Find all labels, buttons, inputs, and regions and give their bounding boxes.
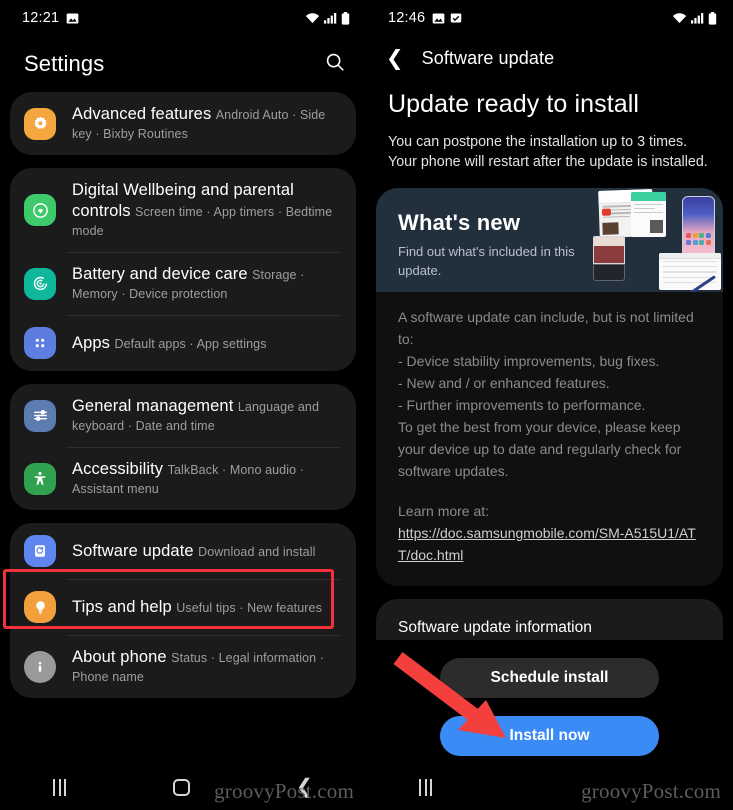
row-text: Apps Default apps · App settings (72, 333, 267, 354)
status-bar: 12:21 (0, 0, 366, 36)
wifi-icon (305, 13, 320, 24)
row-text: Battery and device care Storage · Memory… (72, 264, 340, 303)
whats-new-subtitle: Find out what's included in this update. (398, 244, 575, 278)
status-bar: 12:46 (366, 0, 733, 36)
page-title: Settings (24, 51, 105, 76)
info-card-title: Software update information (398, 619, 592, 636)
page-title: Software update (421, 47, 555, 68)
row-title: Software update (72, 541, 194, 560)
whats-new-banner[interactable]: What's new Find out what's included in t… (376, 188, 723, 292)
row-text: About phone Status · Legal information ·… (72, 647, 340, 686)
sidebar-item-general-management[interactable]: General management Language and keyboard… (10, 384, 356, 447)
battery-icon (708, 11, 717, 25)
row-title: General management (72, 397, 234, 415)
update-intro: Update ready to install You can postpone… (366, 90, 733, 172)
gear-icon (24, 107, 56, 140)
status-bar-time: 12:46 (388, 10, 426, 26)
settings-group-4: Software update Download and install Tip… (10, 523, 356, 698)
row-text: Advanced features Android Auto · Side ke… (72, 104, 340, 143)
sliders-icon (24, 399, 56, 432)
update-details-card: A software update can include, but is no… (376, 292, 723, 586)
phone-wallpaper-graphic (682, 196, 715, 259)
tablet-graphic (659, 253, 721, 290)
row-title: Accessibility (72, 460, 164, 478)
software-update-icon (24, 535, 56, 567)
chevron-left-icon[interactable]: ❮ (386, 48, 404, 69)
row-subtitle: Useful tips · New features (176, 600, 322, 615)
row-text: Tips and help Useful tips · New features (72, 597, 322, 618)
row-text: Software update Download and install (72, 541, 315, 562)
note-page-graphic (631, 192, 666, 237)
sidebar-item-accessibility[interactable]: Accessibility TalkBack · Mono audio · As… (10, 447, 356, 510)
row-text: General management Language and keyboard… (72, 396, 340, 435)
update-heading: Update ready to install (388, 90, 640, 118)
row-title: Tips and help (72, 597, 172, 616)
learn-more-label: Learn more at: (398, 503, 490, 519)
lightbulb-icon (24, 591, 56, 623)
details-intro: A software update can include, but is no… (398, 309, 694, 347)
right-phone-screen: 12:46 ❮ Software update Update ready to … (366, 0, 733, 810)
settings-header: Settings (0, 36, 366, 92)
screenshot-stage: 12:21 Settings Advanced features Android… (0, 0, 733, 810)
signal-icon (691, 12, 704, 24)
settings-group-3: General management Language and keyboard… (10, 384, 356, 510)
recents-icon[interactable] (419, 778, 433, 796)
details-bullet-1: - New and / or enhanced features. (398, 375, 610, 391)
search-icon[interactable] (324, 51, 346, 78)
whats-new-artwork (560, 188, 723, 292)
sidebar-item-apps[interactable]: Apps Default apps · App settings (10, 315, 356, 371)
whats-new-title: What's new (398, 210, 521, 235)
device-care-icon (24, 267, 56, 300)
bottom-action-bar: Schedule install Install now ❮ groovyPos… (366, 640, 733, 810)
recents-icon[interactable] (53, 778, 67, 796)
sidebar-item-advanced-features[interactable]: Advanced features Android Auto · Side ke… (10, 92, 356, 155)
apps-grid-icon (24, 327, 56, 359)
sidebar-item-tips-and-help[interactable]: Tips and help Useful tips · New features (10, 579, 356, 635)
wifi-icon (672, 13, 687, 24)
sidebar-item-software-update[interactable]: Software update Download and install (10, 523, 356, 579)
row-subtitle: Default apps · App settings (114, 336, 267, 351)
row-text: Digital Wellbeing and parental controls … (72, 180, 340, 240)
watermark: groovyPost.com (214, 779, 354, 803)
accessibility-person-icon (24, 462, 56, 495)
update-description: You can postpone the installation up to … (388, 134, 708, 170)
image-icon (432, 12, 445, 24)
sidebar-item-about-phone[interactable]: About phone Status · Legal information ·… (10, 635, 356, 698)
wellbeing-icon (24, 194, 56, 226)
status-bar-notification-icons (66, 12, 79, 25)
software-update-header: ❮ Software update (366, 36, 733, 80)
details-bullet-0: - Device stability improvements, bug fix… (398, 353, 660, 369)
status-bar-time: 12:21 (22, 10, 60, 26)
row-title: About phone (72, 648, 167, 666)
status-bar-notification-icons (432, 12, 462, 25)
learn-more-link[interactable]: https://doc.samsungmobile.com/SM-A515U1/… (398, 522, 701, 566)
home-icon[interactable] (172, 778, 190, 796)
foldable-phone-graphic (593, 236, 625, 284)
settings-group-2: Digital Wellbeing and parental controls … (10, 168, 356, 371)
image-icon (66, 12, 79, 24)
row-title: Advanced features (72, 105, 212, 123)
status-bar-system-icons (305, 11, 350, 25)
row-title: Battery and device care (72, 265, 248, 283)
battery-icon (341, 11, 350, 25)
watermark: groovyPost.com (581, 779, 721, 803)
schedule-install-button[interactable]: Schedule install (440, 658, 659, 698)
row-subtitle: Download and install (198, 544, 316, 559)
status-bar-system-icons (672, 11, 717, 25)
settings-list: Advanced features Android Auto · Side ke… (0, 92, 366, 698)
install-now-button[interactable]: Install now (440, 716, 659, 756)
sidebar-item-battery-device-care[interactable]: Battery and device care Storage · Memory… (10, 252, 356, 315)
check-icon (451, 13, 462, 23)
sidebar-item-digital-wellbeing[interactable]: Digital Wellbeing and parental controls … (10, 168, 356, 252)
details-bullet-2: - Further improvements to performance. (398, 397, 646, 413)
left-phone-screen: 12:21 Settings Advanced features Android… (0, 0, 366, 810)
learn-more-block: Learn more at: https://doc.samsungmobile… (398, 500, 701, 566)
settings-group-1: Advanced features Android Auto · Side ke… (10, 92, 356, 155)
row-text: Accessibility TalkBack · Mono audio · As… (72, 459, 340, 498)
row-title: Apps (72, 333, 111, 352)
details-outro: To get the best from your device, please… (398, 419, 682, 479)
signal-icon (324, 12, 337, 24)
info-icon (24, 650, 56, 683)
